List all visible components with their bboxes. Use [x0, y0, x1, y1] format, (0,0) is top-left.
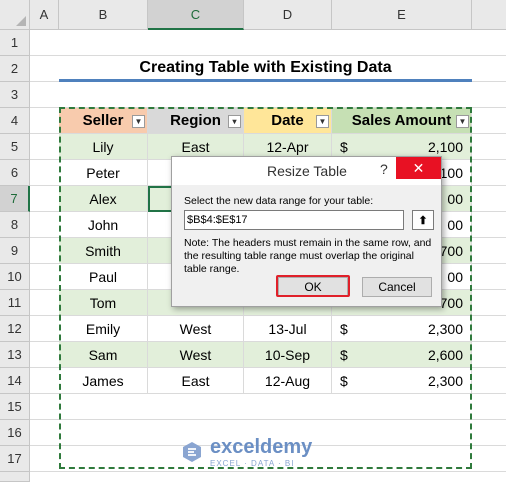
header-date[interactable]: Date ▼	[244, 108, 332, 134]
header-amount-label: Sales Amount	[351, 112, 452, 129]
row-header-4[interactable]: 4	[0, 108, 30, 134]
watermark-name: exceldemy	[210, 436, 313, 458]
row-header-1[interactable]: 1	[0, 30, 30, 56]
amount-value: 100	[439, 164, 463, 181]
column-header-a[interactable]: A	[30, 0, 59, 30]
row-header-10[interactable]: 10	[0, 264, 30, 290]
row-header-7[interactable]: 7	[0, 186, 30, 212]
ok-button[interactable]: OK	[278, 277, 348, 297]
header-seller[interactable]: Seller ▼	[59, 108, 148, 134]
row-header-15[interactable]: 15	[0, 394, 30, 420]
cell-region[interactable]: West	[148, 342, 244, 368]
header-seller-label: Seller	[82, 112, 124, 129]
collapse-dialog-icon[interactable]: ⬆	[412, 210, 434, 230]
amount-value: 700	[439, 242, 463, 259]
dialog-note: Note: The headers must remain in the sam…	[184, 237, 432, 275]
cell-seller[interactable]: Peter	[59, 160, 148, 186]
cell-seller[interactable]: Smith	[59, 238, 148, 264]
range-prompt-text: Select the new data range for your table…	[184, 195, 374, 207]
select-all-corner[interactable]	[0, 0, 30, 30]
row-header-13[interactable]: 13	[0, 342, 30, 368]
cell-seller[interactable]: James	[59, 368, 148, 394]
cell-seller[interactable]: Sam	[59, 342, 148, 368]
row-header-11[interactable]: 11	[0, 290, 30, 316]
cell-date[interactable]: 13-Jul	[244, 316, 332, 342]
exceldemy-watermark: exceldemy EXCEL · DATA · BI	[180, 436, 312, 468]
region-sort-dropdown-icon[interactable]: ▾	[228, 115, 241, 128]
cell-seller[interactable]: Emily	[59, 316, 148, 342]
row-header-3[interactable]: 3	[0, 82, 30, 108]
cell-seller[interactable]: Alex	[59, 186, 148, 212]
header-date-label: Date	[271, 112, 304, 129]
header-sales-amount[interactable]: Sales Amount ▼	[332, 108, 472, 134]
range-prompt-label: Select the new data range for your table…	[184, 195, 373, 207]
amount-value: 2,100	[427, 138, 463, 155]
currency-symbol: $	[340, 346, 348, 363]
header-region-label: Region	[170, 112, 221, 129]
cell-region[interactable]: East	[148, 368, 244, 394]
close-button[interactable]: ✕	[396, 157, 441, 179]
row-header-14[interactable]: 14	[0, 368, 30, 394]
cell-amount[interactable]: $ 2,300	[332, 368, 472, 394]
help-button[interactable]: ?	[380, 161, 388, 177]
column-header-d[interactable]: D	[244, 0, 332, 30]
header-region[interactable]: Region ▾	[148, 108, 244, 134]
cell-seller[interactable]: Lily	[59, 134, 148, 160]
row-header-18	[0, 472, 30, 482]
row-header-6[interactable]: 6	[0, 160, 30, 186]
row-header-8[interactable]: 8	[0, 212, 30, 238]
currency-symbol: $	[340, 320, 348, 337]
cell-amount[interactable]: $ 2,300	[332, 316, 472, 342]
column-header-b[interactable]: B	[59, 0, 148, 30]
amount-value: 00	[447, 268, 463, 285]
row-header-17[interactable]: 17	[0, 446, 30, 472]
cell-seller[interactable]: Paul	[59, 264, 148, 290]
amount-filter-dropdown-icon[interactable]: ▼	[456, 115, 469, 128]
row-header-9[interactable]: 9	[0, 238, 30, 264]
cell-seller[interactable]: John	[59, 212, 148, 238]
cell-amount[interactable]: $ 2,600	[332, 342, 472, 368]
column-header-e[interactable]: E	[332, 0, 472, 30]
seller-filter-dropdown-icon[interactable]: ▼	[132, 115, 145, 128]
amount-value: 00	[447, 216, 463, 233]
row-header-2[interactable]: 2	[0, 56, 30, 82]
column-header-c[interactable]: C	[148, 0, 244, 30]
dialog-title: Resize Table	[267, 163, 347, 179]
sheet-title[interactable]: Creating Table with Existing Data	[59, 56, 472, 82]
cell-date[interactable]: 10-Sep	[244, 342, 332, 368]
cell-region[interactable]: West	[148, 316, 244, 342]
exceldemy-logo-icon	[180, 440, 204, 464]
amount-value: 2,300	[427, 372, 463, 389]
column-header-overflow	[472, 0, 506, 30]
row-header-12[interactable]: 12	[0, 316, 30, 342]
watermark-tagline: EXCEL · DATA · BI	[210, 459, 295, 468]
row-header-16[interactable]: 16	[0, 420, 30, 446]
cell-seller[interactable]: Tom	[59, 290, 148, 316]
amount-value: 700	[439, 294, 463, 311]
dialog-title-bar[interactable]: Resize Table ? ✕	[172, 157, 441, 185]
cell-date[interactable]: 12-Aug	[244, 368, 332, 394]
range-input[interactable]: $B$4:$E$17	[184, 210, 404, 230]
cancel-button[interactable]: Cancel	[362, 277, 432, 297]
amount-value: 2,300	[427, 320, 463, 337]
row-header-5[interactable]: 5	[0, 134, 30, 160]
amount-value: 2,600	[427, 346, 463, 363]
amount-value: 00	[447, 190, 463, 207]
currency-symbol: $	[340, 138, 348, 155]
date-filter-dropdown-icon[interactable]: ▼	[316, 115, 329, 128]
resize-table-dialog: Resize Table ? ✕ Select the new data ran…	[171, 156, 442, 307]
currency-symbol: $	[340, 372, 348, 389]
